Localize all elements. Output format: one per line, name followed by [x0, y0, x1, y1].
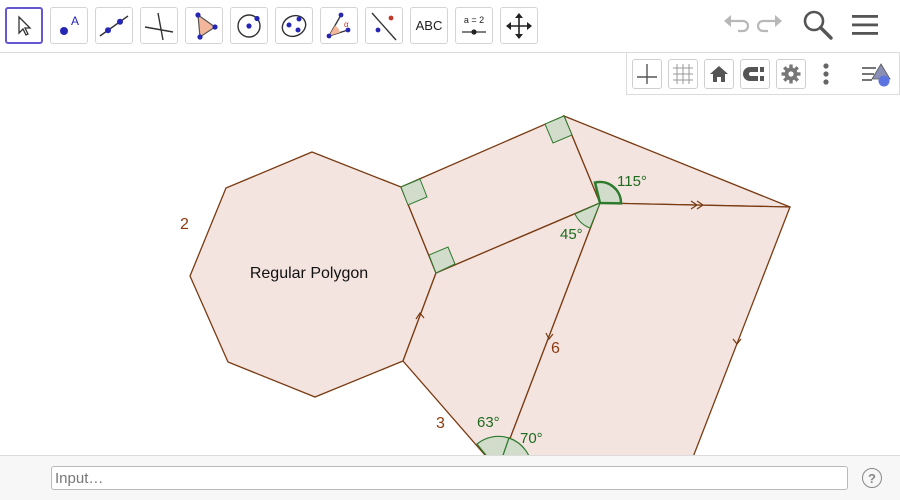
move-arrows-icon	[506, 12, 532, 39]
redo-button[interactable]	[756, 10, 786, 40]
main-menu-button[interactable]	[850, 10, 880, 40]
undo-button[interactable]	[720, 10, 750, 40]
circle-tool-button[interactable]	[230, 7, 268, 44]
reflect-tool-button[interactable]	[365, 7, 403, 44]
move-tool-button[interactable]	[5, 7, 43, 44]
search-icon	[803, 10, 833, 40]
geometry-drawing: Regular Polygon 2 3 6 115° 45° 63° 70°	[180, 114, 791, 455]
help-icon: ?	[868, 470, 876, 486]
shape-fills	[189, 114, 791, 455]
point-tool-button[interactable]: A	[50, 7, 88, 44]
text-tool-label: ABC	[415, 18, 443, 33]
side-label-octagon: 2	[180, 216, 189, 233]
polygon-icon	[195, 11, 218, 40]
angle-label-63: 63°	[477, 414, 500, 431]
perpendicular-line-tool-button[interactable]	[140, 7, 178, 44]
home-icon	[710, 66, 728, 82]
line-tool-button[interactable]	[95, 7, 133, 44]
angle-icon: α	[326, 12, 351, 38]
grid-icon	[673, 64, 693, 84]
help-button[interactable]: ?	[862, 468, 882, 488]
more-options-button[interactable]	[819, 61, 833, 89]
point-tool-letter: A	[71, 14, 79, 28]
axes-icon	[637, 64, 657, 84]
angle-tool-button[interactable]: α	[320, 7, 358, 44]
point-capturing-icon	[743, 67, 764, 81]
circle-icon	[237, 13, 261, 38]
side-label-diagonal: 6	[551, 340, 560, 357]
style-bar-toggle-button[interactable]	[859, 60, 895, 90]
text-tool-button[interactable]: ABC	[410, 7, 448, 44]
redo-icon	[756, 15, 782, 33]
point-capturing-button[interactable]	[740, 59, 770, 89]
hamburger-menu-icon	[852, 15, 878, 35]
ellipse-tool-button[interactable]	[275, 7, 313, 44]
move-graphics-view-tool-button[interactable]	[500, 7, 538, 44]
angle-label-115: 115°	[617, 173, 647, 190]
reflect-icon	[371, 12, 397, 40]
angle-label-70: 70°	[520, 430, 543, 447]
arrow-cursor-icon	[18, 14, 32, 36]
style-bar-toggle-icon	[862, 63, 891, 87]
svg-text:α: α	[344, 20, 349, 29]
slider-icon: a = 2	[462, 15, 486, 35]
polygon-tool-button[interactable]	[185, 7, 223, 44]
undo-icon	[724, 15, 750, 33]
graphics-settings-button[interactable]	[776, 59, 806, 89]
settings-icon	[781, 64, 801, 84]
line-icon	[99, 14, 129, 37]
slider-tool-label: a = 2	[464, 15, 484, 25]
angle-label-45: 45°	[560, 226, 583, 243]
graphics-style-bar	[626, 53, 900, 95]
point-icon: A	[60, 14, 79, 35]
perpendicular-line-icon	[144, 12, 174, 40]
toggle-axes-button[interactable]	[632, 59, 662, 89]
ellipse-icon	[281, 14, 307, 37]
slider-tool-button[interactable]: a = 2	[455, 7, 493, 44]
search-button[interactable]	[802, 9, 834, 41]
more-vertical-icon	[823, 63, 829, 85]
toggle-grid-button[interactable]	[668, 59, 698, 89]
graphics-view[interactable]: Regular Polygon 2 3 6 115° 45° 63° 70°	[0, 53, 900, 455]
standard-view-button[interactable]	[704, 59, 734, 89]
toolbar: A α ABC a = 2	[0, 0, 900, 53]
polygon-label: Regular Polygon	[250, 265, 368, 282]
input-field[interactable]	[51, 466, 848, 490]
side-label-lower: 3	[436, 415, 445, 432]
algebra-input-bar: ?	[0, 455, 900, 500]
